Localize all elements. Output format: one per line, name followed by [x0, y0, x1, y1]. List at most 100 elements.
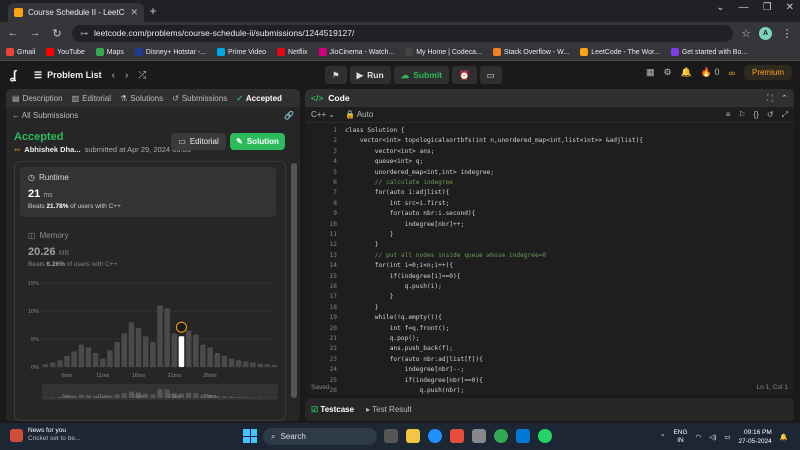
edge-icon[interactable] [428, 429, 442, 443]
braces-icon[interactable]: {} [754, 110, 759, 120]
url-input[interactable]: ⊶ leetcode.com/problems/course-schedule-… [72, 24, 734, 42]
tab-editorial[interactable]: ▥ Editorial [72, 94, 111, 103]
volume-icon[interactable]: ◁) [709, 433, 716, 441]
bookmark-item[interactable]: Gmail [6, 48, 35, 56]
tab-accepted[interactable]: ✓ Accepted [236, 94, 282, 103]
chart-bar[interactable] [49, 362, 56, 367]
language-indicator[interactable]: ENG IN [673, 429, 687, 445]
chart-bar[interactable] [200, 344, 206, 367]
bookmark-item[interactable]: Get started with Bo... [670, 48, 747, 56]
chart-bar[interactable] [271, 364, 278, 367]
chart-bar[interactable] [264, 364, 271, 367]
chart-bar[interactable] [157, 305, 163, 367]
bookmark-icon[interactable]: ⚐ [738, 110, 745, 120]
bookmark-star-icon[interactable]: ☆ [741, 27, 751, 40]
news-widget[interactable]: News for you Cricket set to be... [10, 427, 80, 443]
chart-bar[interactable] [42, 364, 49, 367]
problem-list-link[interactable]: ☰ Problem List [34, 70, 102, 81]
chart-bar[interactable] [171, 333, 178, 367]
chart-bar[interactable] [100, 358, 106, 367]
bookmark-item[interactable]: My Home | Codeca... [405, 48, 482, 56]
close-window-icon[interactable]: ✕ [786, 2, 794, 13]
chart-bar[interactable] [257, 363, 263, 367]
notification-icon[interactable]: 🔔 [780, 433, 788, 441]
chart-bar[interactable] [207, 347, 213, 367]
settings-icon[interactable]: ⚙ [664, 67, 672, 78]
chart-bar[interactable] [164, 308, 170, 367]
task-view-icon[interactable] [384, 429, 398, 443]
author-name[interactable]: Abhishek Dha... [24, 145, 80, 154]
file-explorer-icon[interactable] [406, 429, 420, 443]
user-avatar-icon[interactable]: ∞ [729, 68, 735, 78]
format-icon[interactable]: ≡ [726, 110, 731, 120]
notification-bell-icon[interactable]: 🔔 [681, 67, 692, 78]
solution-button[interactable]: ✎ Solution [230, 133, 285, 150]
whatsapp-icon[interactable] [538, 429, 552, 443]
premium-button[interactable]: Premium [743, 65, 792, 80]
reload-icon[interactable]: ↻ [50, 27, 64, 40]
bookmark-item[interactable]: Disney+ Hotstar -... [134, 48, 206, 56]
chart-bar[interactable] [214, 353, 220, 367]
chart-bar[interactable] [235, 360, 242, 367]
wifi-icon[interactable]: ◠ [696, 433, 702, 441]
prev-problem-icon[interactable]: ‹ [112, 70, 115, 81]
chart-bar[interactable] [228, 358, 235, 367]
memory-card[interactable]: ◫ Memory 20.26 MB Beats 6.26% of users wi… [20, 227, 276, 277]
start-button[interactable] [243, 429, 257, 443]
chart-bar[interactable] [85, 347, 92, 367]
back-arrow-icon[interactable]: ← [6, 27, 20, 39]
left-panel-scrollbar[interactable] [291, 163, 297, 398]
chart-bar[interactable] [64, 355, 70, 367]
new-tab-button[interactable]: + [146, 4, 160, 18]
chart-bar[interactable] [107, 350, 113, 367]
vscode-icon[interactable] [516, 429, 530, 443]
collapse-icon[interactable]: ⌃ [781, 93, 788, 104]
shuffle-icon[interactable]: ⤮ [138, 70, 146, 81]
bookmark-item[interactable]: Netflix [277, 48, 308, 56]
run-button[interactable]: ▶ Run [349, 66, 391, 84]
forward-arrow-icon[interactable]: → [28, 27, 42, 39]
runtime-card[interactable]: ◷ Runtime 21 ms Beats 21.78% of users wit… [20, 167, 276, 217]
battery-icon[interactable]: ▭ [724, 433, 730, 441]
chevron-down-icon[interactable]: ⌄ [716, 2, 724, 13]
close-tab-icon[interactable]: ✕ [130, 7, 138, 18]
reset-icon[interactable]: ↺ [767, 110, 774, 120]
chart-bar[interactable] [221, 355, 228, 367]
taskbar-search[interactable]: ⌕ Search [263, 428, 377, 445]
chart-bar[interactable] [178, 336, 185, 367]
menu-icon[interactable]: ⋮ [780, 27, 794, 40]
fullscreen-icon[interactable]: ⛶ [767, 93, 773, 104]
submit-button[interactable]: ☁ Submit [393, 66, 450, 84]
maximize-icon[interactable]: ❐ [763, 2, 772, 13]
chart-bar[interactable] [92, 353, 99, 367]
timer-button[interactable]: ⏰ [452, 66, 477, 84]
chart-bar[interactable] [57, 360, 63, 367]
site-info-icon[interactable]: ⊶ [80, 29, 88, 38]
chart-bar[interactable] [185, 330, 192, 367]
layout-grid-icon[interactable]: ▦ [646, 67, 655, 78]
chart-bar[interactable] [71, 351, 77, 367]
chart-bar[interactable] [78, 344, 85, 367]
app-icon[interactable] [472, 429, 486, 443]
chrome-icon[interactable] [494, 429, 508, 443]
streak-counter[interactable]: 🔥 0 [701, 67, 720, 78]
tab-submissions[interactable]: ↺ Submissions [172, 94, 227, 103]
next-problem-icon[interactable]: › [125, 70, 128, 81]
bookmark-item[interactable]: LeetCode - The Wor... [580, 48, 660, 56]
share-link-icon[interactable]: 🔗 [284, 111, 294, 120]
language-select[interactable]: C++ ⌄ [311, 110, 335, 119]
chart-bar[interactable] [128, 322, 135, 367]
clock[interactable]: 09:16 PM 27-05-2024 [739, 428, 772, 446]
tab-description[interactable]: ▤ Description [12, 94, 63, 103]
chart-bar[interactable] [250, 362, 256, 367]
editorial-button[interactable]: ▭ Editorial [171, 133, 226, 150]
chart-bar[interactable] [150, 341, 156, 367]
office-icon[interactable] [450, 429, 464, 443]
tab-testcase[interactable]: ☑ Testcase [311, 405, 354, 414]
bookmark-item[interactable]: JioCinema - Watch... [318, 48, 394, 56]
bookmark-item[interactable]: YouTube [46, 48, 85, 56]
code-area[interactable]: 1 class Solution {2 vector<int> topologic… [305, 127, 794, 394]
debug-button[interactable]: ⚑ [325, 66, 347, 84]
all-submissions-link[interactable]: ← All Submissions [12, 111, 78, 120]
chart-bar[interactable] [192, 334, 199, 367]
